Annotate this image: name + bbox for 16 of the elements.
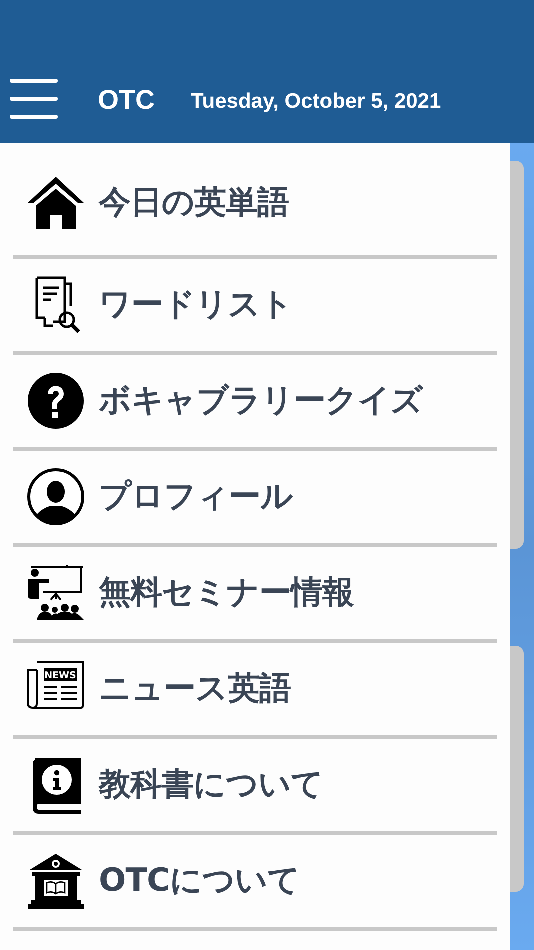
menu-item[interactable]: OTCについて	[99, 859, 300, 903]
user-icon	[27, 468, 85, 526]
date-label: Tuesday, October 5, 2021	[191, 90, 442, 114]
home-icon	[27, 174, 85, 232]
menu-item[interactable]: ワードリスト	[99, 283, 293, 327]
menu-item[interactable]: 今日の英単語	[99, 181, 289, 225]
presentation-icon	[27, 564, 85, 622]
menu-item[interactable]: 教科書について	[99, 763, 324, 807]
menu-item[interactable]: ボキャブラリークイズ	[99, 379, 423, 423]
menu-item[interactable]: 無料セミナー情報	[99, 571, 354, 615]
app-title: OTC	[98, 85, 155, 116]
menu-button[interactable]	[10, 79, 58, 119]
menu-item[interactable]: ニュース英語	[99, 667, 291, 711]
library-building-icon	[27, 852, 85, 910]
menu-item[interactable]: プロフィール	[99, 475, 293, 519]
question-icon	[27, 372, 85, 430]
